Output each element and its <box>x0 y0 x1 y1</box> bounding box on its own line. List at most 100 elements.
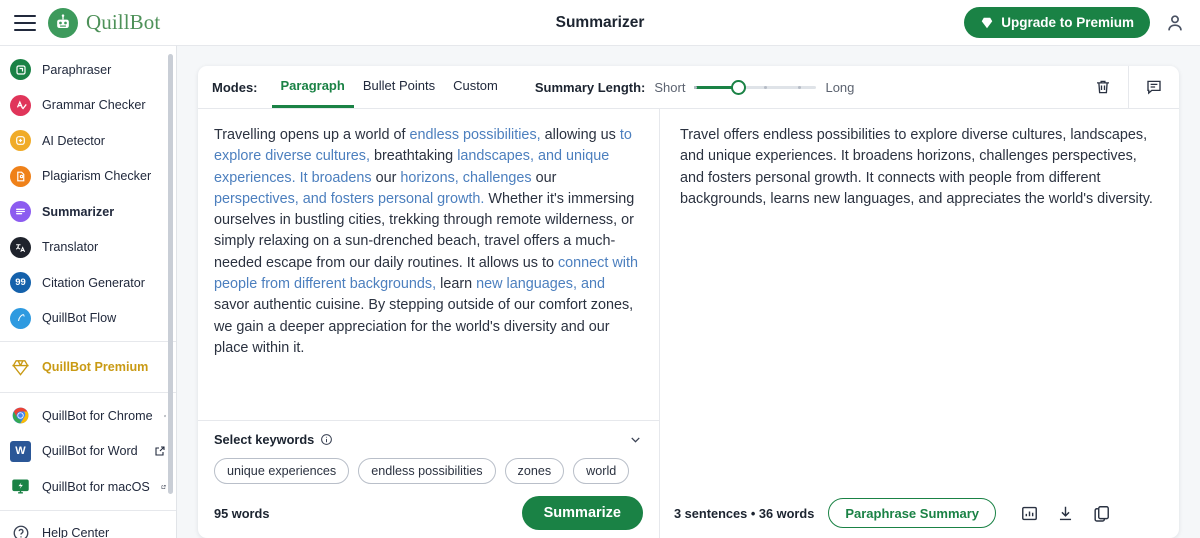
text-segment: allowing us <box>540 127 620 143</box>
external-link-icon <box>155 446 165 456</box>
summary-output-text[interactable]: Travel offers endless possibilities to e… <box>660 109 1179 488</box>
sidebar-item-ai-detector[interactable]: AI Detector <box>0 123 176 159</box>
tab-paragraph[interactable]: Paragraph <box>271 66 354 108</box>
sidebar-item-quillbot-for-word[interactable]: W QuillBot for Word <box>0 434 176 470</box>
input-pane: Travelling opens up a world of endless p… <box>198 109 660 538</box>
text-segment: breathtaking <box>369 148 458 165</box>
diamond-icon <box>981 17 993 28</box>
external-link-icon <box>161 484 166 489</box>
summarizer-card: Modes: Paragraph Bullet Points Custom Su… <box>198 66 1179 538</box>
tab-bullet-points[interactable]: Bullet Points <box>354 66 444 108</box>
slider-tick <box>798 85 802 89</box>
text-segment: learn <box>436 276 477 293</box>
toolbar-separator <box>1128 66 1129 109</box>
length-min-label: Short <box>654 79 686 95</box>
copy-icon[interactable] <box>1088 500 1114 526</box>
sidebar-divider-3 <box>0 509 176 511</box>
download-icon[interactable] <box>1052 500 1078 526</box>
keywords-section: Select keywords unique experiences endle… <box>198 420 659 538</box>
sidebar-item-summarizer[interactable]: Summarizer <box>0 194 176 230</box>
sidebar-premium-label: QuillBot Premium <box>42 360 149 374</box>
statistics-bar-chart-icon[interactable] <box>1016 500 1042 526</box>
length-max-label: Long <box>825 79 855 95</box>
summarize-button[interactable]: Summarize <box>521 496 643 530</box>
slider-tick <box>764 85 767 89</box>
sidebar-item-label: QuillBot for Chrome <box>42 408 153 423</box>
tab-label: Paragraph <box>280 78 345 93</box>
tab-label: Custom <box>453 78 498 93</box>
editor-panes: Travelling opens up a world of endless p… <box>198 109 1179 538</box>
keyword-chip-list: unique experiences endless possibilities… <box>214 458 643 484</box>
ai-detector-icon <box>10 130 31 152</box>
sidebar-content: Paraphraser Grammar Checker AI Detector <box>0 46 176 538</box>
external-link-icon <box>163 414 166 417</box>
header-actions: Upgrade to Premium <box>964 7 1186 38</box>
sidebar-item-grammar-checker[interactable]: Grammar Checker <box>0 88 176 124</box>
summarizer-icon <box>10 201 31 223</box>
upgrade-to-premium-button[interactable]: Upgrade to Premium <box>964 7 1150 38</box>
sidebar-divider-2 <box>0 392 176 393</box>
summary-length-label: Summary Length: <box>534 79 646 95</box>
summary-length-slider[interactable] <box>694 79 817 95</box>
help-circle-icon <box>10 523 31 538</box>
tab-label: Bullet Points <box>362 78 436 93</box>
plagiarism-checker-icon <box>10 165 31 187</box>
word-icon: W <box>10 440 31 462</box>
slider-thumb[interactable] <box>731 79 747 95</box>
source-text-editor[interactable]: Travelling opens up a world of endless p… <box>198 109 659 420</box>
keyword-chip[interactable]: unique experiences <box>214 458 350 484</box>
keywords-label: Select keywords <box>214 432 315 447</box>
info-icon[interactable] <box>320 433 333 446</box>
upgrade-label: Upgrade to Premium <box>1001 15 1134 30</box>
tab-custom[interactable]: Custom <box>444 66 507 108</box>
word-count: 95 words <box>214 505 270 521</box>
highlighted-segment: endless possibilities, <box>409 127 541 143</box>
text-segment: our <box>371 169 401 186</box>
modes-label: Modes: <box>212 79 258 95</box>
toolbar-icons <box>1088 66 1169 109</box>
text-segment: savor authentic cuisine. By stepping out… <box>214 297 634 356</box>
quillbot-robot-icon <box>48 7 78 38</box>
quillbot-logo[interactable]: QuillBot <box>48 7 160 38</box>
sidebar-item-label: QuillBot for macOS <box>42 479 150 494</box>
paraphrase-summary-button[interactable]: Paraphrase Summary <box>828 498 997 528</box>
sidebar-item-label: Help Center <box>42 526 110 538</box>
output-footer: 3 sentences • 36 words Paraphrase Summar… <box>660 488 1179 538</box>
sidebar-item-help-center[interactable]: Help Center <box>0 516 176 538</box>
sidebar-item-label: Paraphraser <box>42 62 112 77</box>
sidebar-item-plagiarism-checker[interactable]: Plagiarism Checker <box>0 159 176 195</box>
sidebar-item-quillbot-premium[interactable]: QuillBot Premium <box>0 347 176 387</box>
keyword-chip[interactable]: world <box>573 458 630 484</box>
sidebar-item-quillbot-flow[interactable]: QuillBot Flow <box>0 301 176 337</box>
translator-icon <box>10 236 31 258</box>
account-person-icon[interactable] <box>1164 12 1186 34</box>
premium-diamond-icon <box>10 357 31 378</box>
chevron-down-icon[interactable] <box>628 432 643 447</box>
sidebar-item-label: AI Detector <box>42 133 105 148</box>
macos-icon <box>10 476 31 497</box>
keyword-chip[interactable]: zones <box>504 458 565 484</box>
sidebar-item-citation-generator[interactable]: 99 Citation Generator <box>0 265 176 301</box>
sidebar-item-translator[interactable]: Translator <box>0 230 176 266</box>
sidebar-scrollbar[interactable] <box>168 54 173 494</box>
feedback-comment-icon[interactable] <box>1139 72 1169 102</box>
keyword-chip[interactable]: endless possibilities <box>358 458 496 484</box>
summarizer-toolbar: Modes: Paragraph Bullet Points Custom Su… <box>198 66 1179 109</box>
sidebar-divider-1 <box>0 341 176 342</box>
sidebar-item-label: Plagiarism Checker <box>42 169 152 184</box>
trash-icon[interactable] <box>1088 72 1118 102</box>
sidebar-item-label: QuillBot for Word <box>42 444 138 459</box>
chrome-icon <box>10 405 31 426</box>
output-action-icons <box>1016 500 1114 526</box>
sidebar-item-paraphraser[interactable]: Paraphraser <box>0 52 176 88</box>
highlighted-segment: horizons, challenges <box>400 169 532 186</box>
hamburger-menu-icon[interactable] <box>14 14 36 31</box>
sidebar-item-quillbot-for-macos[interactable]: QuillBot for macOS <box>0 469 176 505</box>
sidebar-item-quillbot-for-chrome[interactable]: QuillBot for Chrome <box>0 398 176 434</box>
app-header: QuillBot Summarizer Upgrade to Premium <box>0 0 1200 45</box>
sidebar-item-label: Citation Generator <box>42 275 145 290</box>
text-segment: our <box>531 169 557 186</box>
text-segment: Travelling opens up a world of <box>214 127 410 143</box>
highlighted-segment: new languages, and <box>476 276 605 293</box>
output-pane: Travel offers endless possibilities to e… <box>660 109 1179 538</box>
